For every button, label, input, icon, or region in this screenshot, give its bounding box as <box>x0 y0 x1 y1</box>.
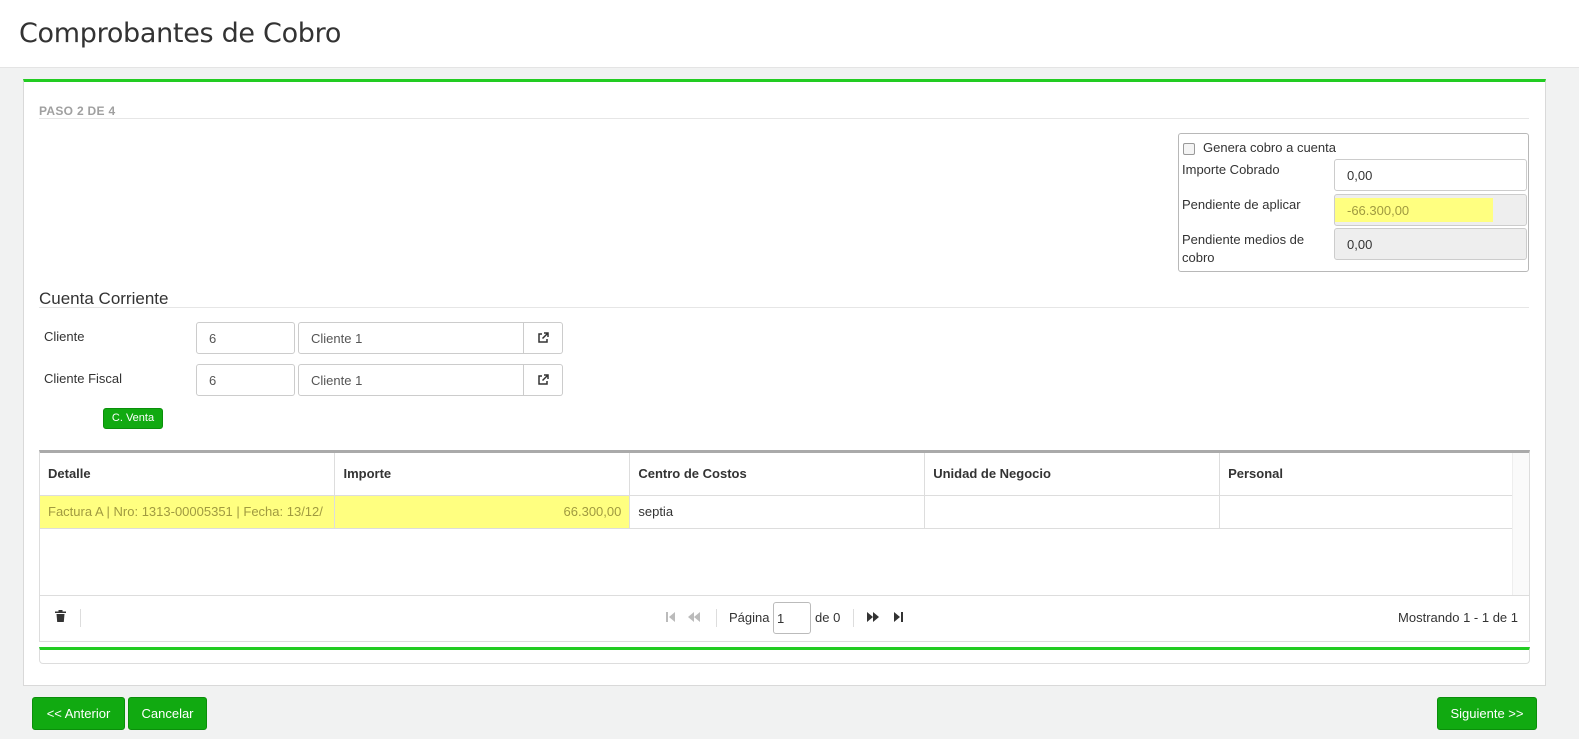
first-page-icon[interactable] <box>666 611 676 625</box>
cliente-open-button[interactable] <box>524 322 563 354</box>
page-label: Página <box>729 610 770 625</box>
pendiente-aplicar-label: Pendiente de aplicar <box>1182 197 1301 212</box>
page-header: Comprobantes de Cobro <box>0 0 1579 68</box>
page-input[interactable]: 1 <box>773 602 811 634</box>
external-link-icon <box>538 332 549 343</box>
prev-page-icon[interactable] <box>688 611 700 625</box>
cliente-fiscal-code-input[interactable]: 6 <box>196 364 295 396</box>
grid-header-row: Detalle Importe Centro de Costos Unidad … <box>40 453 1513 496</box>
cliente-label: Cliente <box>44 329 85 344</box>
showing-count: Mostrando 1 - 1 de 1 <box>1398 610 1518 625</box>
col-personal[interactable]: Personal <box>1219 453 1513 496</box>
importe-cobrado-input[interactable]: 0,00 <box>1334 159 1527 191</box>
cancelar-button[interactable]: Cancelar <box>128 697 207 730</box>
wizard-panel: PASO 2 DE 4 Genera cobro a cuenta Import… <box>23 79 1546 686</box>
cell-personal[interactable] <box>1219 495 1513 529</box>
table-row[interactable]: Factura A | Nro: 1313-00005351 | Fecha: … <box>40 495 1513 529</box>
importe-cobrado-label: Importe Cobrado <box>1182 162 1280 177</box>
trash-icon[interactable] <box>55 610 66 625</box>
cell-importe[interactable]: 66.300,00 <box>334 495 631 529</box>
grid-table: Detalle Importe Centro de Costos Unidad … <box>40 453 1513 529</box>
genera-cobro-label: Genera cobro a cuenta <box>1203 140 1336 155</box>
cell-detalle[interactable]: Factura A | Nro: 1313-00005351 | Fecha: … <box>40 495 336 529</box>
cell-centro[interactable]: septia <box>629 495 926 529</box>
pendiente-medios-input: 0,00 <box>1334 228 1527 260</box>
genera-cobro-checkbox[interactable] <box>1183 143 1195 155</box>
step-divider <box>39 118 1529 119</box>
col-importe[interactable]: Importe <box>334 453 631 496</box>
cell-unidad[interactable] <box>924 495 1221 529</box>
pendiente-aplicar-input: -66.300,00 <box>1334 194 1527 226</box>
grid-pager: Página 1 de 0 Mostrando 1 - 1 de 1 <box>40 595 1529 641</box>
cliente-name-input[interactable]: Cliente 1 <box>298 322 524 354</box>
col-centro-costos[interactable]: Centro de Costos <box>629 453 926 496</box>
col-detalle[interactable]: Detalle <box>40 453 336 496</box>
pager-separator <box>853 609 854 627</box>
cuenta-corriente-title: Cuenta Corriente <box>39 289 169 308</box>
external-link-icon <box>538 374 549 385</box>
cliente-fiscal-label: Cliente Fiscal <box>44 371 123 386</box>
panel-footer-bar <box>39 647 1530 664</box>
cventa-button[interactable]: C. Venta <box>103 408 163 429</box>
next-page-icon[interactable] <box>867 611 879 625</box>
last-page-icon[interactable] <box>894 611 904 625</box>
pager-separator <box>716 609 717 627</box>
cliente-fiscal-open-button[interactable] <box>524 364 563 396</box>
step-label: PASO 2 DE 4 <box>39 104 116 118</box>
page-of-label: de 0 <box>815 610 841 625</box>
summary-box: Genera cobro a cuenta Importe Cobrado 0,… <box>1178 133 1529 272</box>
pager-separator <box>80 609 81 627</box>
cliente-code-input[interactable]: 6 <box>196 322 295 354</box>
siguiente-button[interactable]: Siguiente >> <box>1437 697 1537 730</box>
pendiente-medios-label: Pendiente medios de cobro <box>1182 232 1305 265</box>
section-divider <box>39 307 1529 308</box>
grid-scrollbar[interactable] <box>1512 453 1529 598</box>
anterior-button[interactable]: << Anterior <box>32 697 125 730</box>
detail-grid: Detalle Importe Centro de Costos Unidad … <box>39 450 1530 642</box>
col-unidad-negocio[interactable]: Unidad de Negocio <box>924 453 1221 496</box>
cliente-fiscal-name-input[interactable]: Cliente 1 <box>298 364 524 396</box>
page-title: Comprobantes de Cobro <box>19 18 342 49</box>
